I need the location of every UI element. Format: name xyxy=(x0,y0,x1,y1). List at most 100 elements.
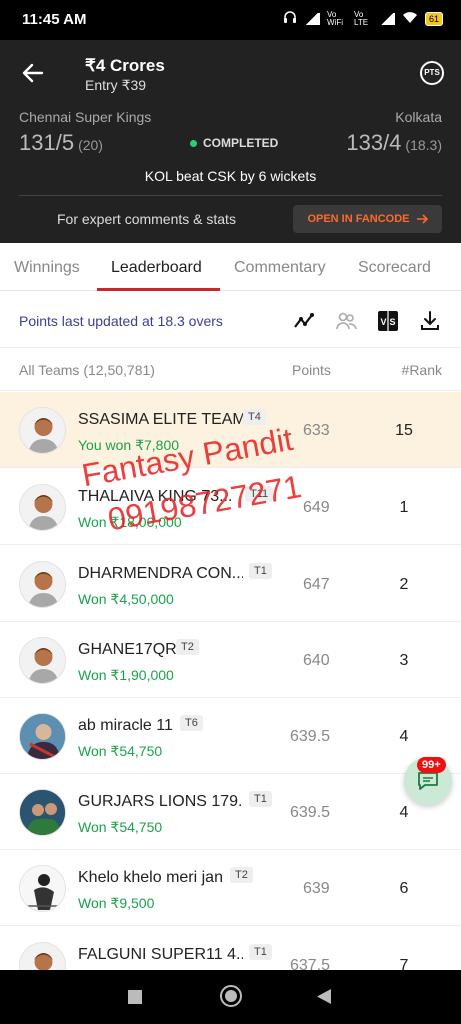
avatar xyxy=(19,637,66,684)
tab-winnings[interactable]: Winnings xyxy=(14,259,80,277)
team-winnings: Won ₹54,750 xyxy=(78,819,163,835)
team-left-runs: 131/5 xyxy=(19,130,75,155)
match-header: ₹4 Crores Entry ₹39 PTS Chennai Super Ki… xyxy=(0,40,461,243)
team-points: 640 xyxy=(303,652,330,669)
points-column-header: Points xyxy=(292,362,331,378)
team-points: 639 xyxy=(303,880,330,897)
team-winnings: Won ₹4,50,000 xyxy=(78,591,174,607)
open-in-fancode-button[interactable]: OPEN IN FANCODE xyxy=(293,205,442,233)
leaderboard-row[interactable]: ab miracle 11 T6 Won ₹54,750 639.5 4 xyxy=(0,698,461,774)
contest-prize: ₹4 Crores xyxy=(85,56,165,75)
team-right-overs: (18.3) xyxy=(405,137,442,153)
avatar xyxy=(19,789,66,836)
svg-text:V: V xyxy=(381,317,387,327)
team-points: 649 xyxy=(303,499,330,516)
leaderboard-row[interactable]: THALAIVA KING 73... T11 Won ₹18,00,000 6… xyxy=(0,469,461,545)
leaderboard-row-own[interactable]: SSASIMA ELITE TEAM T4 You won ₹7,800 633… xyxy=(0,392,461,468)
team-winnings: Won ₹54,750 xyxy=(78,743,163,759)
team-tag: T6 xyxy=(180,715,203,731)
home-icon-inner xyxy=(225,990,237,1002)
team-points: 633 xyxy=(303,422,330,439)
leaderboard-row[interactable]: GHANE17QR T2 Won ₹1,90,000 640 3 xyxy=(0,622,461,698)
team-winnings: Won ₹18,00,000 xyxy=(78,514,182,530)
status-bar: 11:45 AM Vo WiFi Vo LTE 61 xyxy=(0,0,461,40)
avatar xyxy=(19,484,66,531)
tab-commentary[interactable]: Commentary xyxy=(234,259,326,277)
back-arrow-icon[interactable] xyxy=(22,62,44,84)
rank-column-header: #Rank xyxy=(401,362,442,378)
team-left-overs: (20) xyxy=(78,137,103,153)
vo-wifi-label: Vo WiFi xyxy=(326,9,343,27)
team-tag: T1 xyxy=(249,791,272,807)
versus-icon[interactable]: V S xyxy=(377,310,399,332)
header-divider xyxy=(19,195,442,196)
arrow-right-icon xyxy=(416,214,428,224)
team-rank: 15 xyxy=(395,422,413,439)
team-left-score: 131/5 (20) xyxy=(19,130,103,156)
team-points: 639.5 xyxy=(290,804,331,821)
team-rank: 6 xyxy=(399,880,409,897)
team-tag: T4 xyxy=(243,409,266,425)
back-nav-icon[interactable] xyxy=(316,988,332,1005)
team-tag: T1 xyxy=(249,944,272,960)
team-name: GURJARS LIONS 179... xyxy=(78,793,243,810)
team-rank: 4 xyxy=(399,804,409,821)
chat-unread-badge: 99+ xyxy=(417,757,446,773)
team-winnings: You won ₹7,800 xyxy=(78,437,180,453)
trend-graph-icon[interactable] xyxy=(293,310,315,332)
avatar xyxy=(19,561,66,608)
home-icon[interactable] xyxy=(220,985,242,1007)
leaderboard-row[interactable]: GURJARS LIONS 179... T1 Won ₹54,750 639.… xyxy=(0,774,461,850)
recents-icon[interactable] xyxy=(128,990,142,1004)
pts-icon[interactable]: PTS xyxy=(420,61,444,85)
svg-text:S: S xyxy=(390,317,396,327)
wifi-icon xyxy=(402,11,418,27)
team-name: THALAIVA KING 73... xyxy=(78,488,233,505)
team-right-runs: 133/4 xyxy=(346,130,402,155)
system-nav-bar xyxy=(0,970,461,1024)
points-toolbar: Points last updated at 18.3 overs V S xyxy=(0,292,461,348)
tab-bar: Winnings Leaderboard Commentary Scorecar… xyxy=(0,243,461,291)
team-rank: 3 xyxy=(399,652,409,669)
leaderboard-row[interactable]: Khelo khelo meri jan T2 Won ₹9,500 639 6 xyxy=(0,850,461,926)
team-winnings: Won ₹9,500 xyxy=(78,895,155,911)
tab-scorecard[interactable]: Scorecard xyxy=(358,259,431,277)
match-result: KOL beat CSK by 6 wickets xyxy=(144,168,317,184)
leaderboard-row[interactable]: DHARMENDRA CON... T1 Won ₹4,50,000 647 2 xyxy=(0,546,461,622)
active-tab-indicator xyxy=(97,288,220,291)
battery-indicator: 61 xyxy=(424,11,443,26)
chat-icon xyxy=(418,772,438,790)
status-icons: Vo WiFi Vo LTE 61 xyxy=(283,10,443,27)
tab-leaderboard[interactable]: Leaderboard xyxy=(111,259,202,277)
team-rank: 2 xyxy=(399,576,409,593)
team-left-name: Chennai Super Kings xyxy=(19,109,152,125)
team-name: GHANE17QR xyxy=(78,641,177,658)
signal-icon xyxy=(378,12,395,25)
team-name: ab miracle 11 xyxy=(78,717,173,734)
fancode-button-label: OPEN IN FANCODE xyxy=(307,213,410,225)
vo-lte-label: Vo LTE xyxy=(353,9,369,27)
team-name: DHARMENDRA CON... xyxy=(78,565,243,582)
all-teams-count: All Teams (12,50,781) xyxy=(19,362,155,378)
compare-teams-icon[interactable] xyxy=(335,310,357,332)
signal-icon xyxy=(303,12,320,25)
team-tag: T1 xyxy=(249,563,272,579)
expert-comments-text: For expert comments & stats xyxy=(57,211,236,227)
team-right-name: Kolkata xyxy=(395,109,442,125)
team-tag: T11 xyxy=(245,486,274,502)
headphones-icon xyxy=(283,10,297,27)
team-tag: T2 xyxy=(230,867,253,883)
team-points: 639.5 xyxy=(290,728,331,745)
team-rank: 4 xyxy=(399,728,409,745)
team-rank: 1 xyxy=(399,499,409,516)
status-dot-icon xyxy=(190,139,197,147)
match-status-label: COMPLETED xyxy=(203,136,279,150)
team-name: SSASIMA ELITE TEAM xyxy=(78,411,243,428)
team-right-score: 133/4 (18.3) xyxy=(346,130,442,156)
points-updated-text: Points last updated at 18.3 overs xyxy=(19,313,223,329)
team-winnings: Won ₹1,90,000 xyxy=(78,667,174,683)
download-icon[interactable] xyxy=(419,310,441,332)
team-tag: T2 xyxy=(176,639,199,655)
avatar xyxy=(19,407,66,454)
leaderboard-header: All Teams (12,50,781) Points #Rank xyxy=(0,349,461,391)
